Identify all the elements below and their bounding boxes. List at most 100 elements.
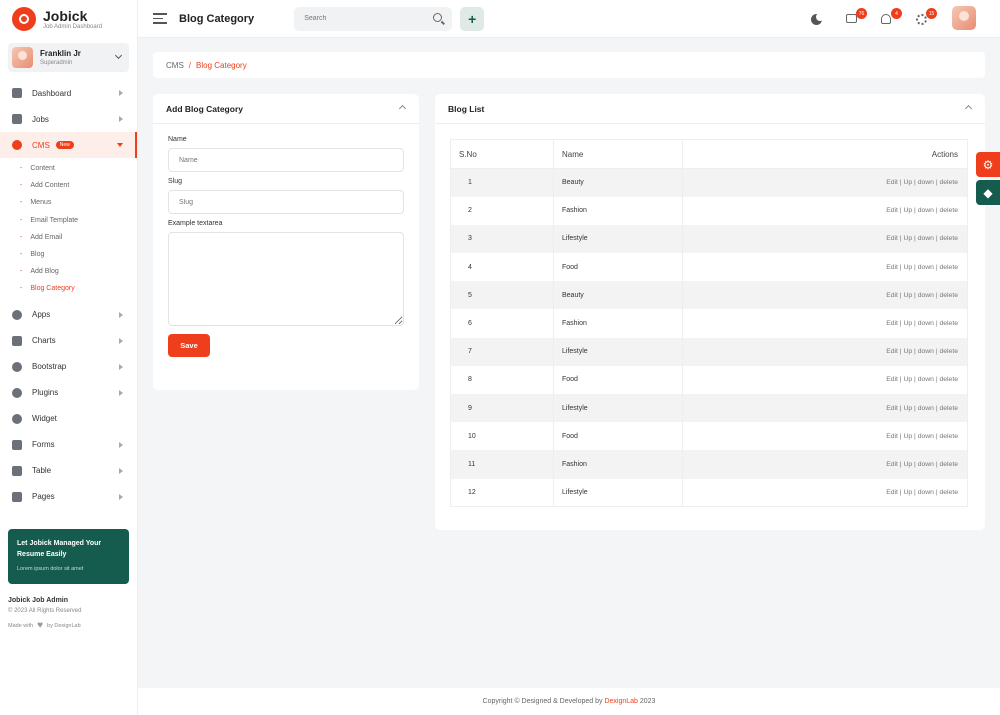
column-header-name[interactable]: Name bbox=[553, 139, 683, 169]
hamburger-menu-icon[interactable] bbox=[153, 13, 167, 24]
sidebar-item-label: Widget bbox=[32, 414, 57, 423]
avatar bbox=[12, 47, 33, 68]
dashboard-icon bbox=[12, 88, 22, 98]
sidebar-item-cms[interactable]: CMS New bbox=[0, 132, 137, 158]
pages-icon bbox=[12, 491, 22, 502]
promo-text: Lorem ipsum dolor sit amet bbox=[17, 566, 84, 572]
name-label: Name bbox=[168, 136, 187, 143]
cell-actions[interactable]: Edit | Up | down | delete bbox=[682, 309, 968, 338]
made-by-text: by DexignLab bbox=[47, 622, 81, 629]
header-avatar[interactable] bbox=[952, 6, 976, 30]
page-footer: Copyright © Designed & Developed by Dexi… bbox=[138, 688, 1000, 715]
messages-badge: 76 bbox=[856, 8, 867, 19]
search-input[interactable] bbox=[304, 15, 425, 22]
cell-sno: 11 bbox=[450, 450, 554, 479]
sidebar-item-jobs[interactable]: Jobs bbox=[0, 106, 137, 132]
sidebar-item-plugins[interactable]: Plugins bbox=[0, 380, 137, 406]
bell-icon bbox=[881, 14, 891, 24]
table-icon bbox=[12, 465, 22, 476]
slug-input[interactable] bbox=[168, 190, 404, 214]
submenu-item-add-blog[interactable]: - Add Blog bbox=[0, 263, 137, 280]
promo-card[interactable]: Let Jobick Managed Your Resume Easily Lo… bbox=[8, 529, 129, 584]
submenu-label: Blog Category bbox=[30, 285, 75, 293]
cell-actions[interactable]: Edit | Up | down | delete bbox=[682, 281, 968, 310]
search-icon[interactable] bbox=[433, 12, 443, 22]
heart-icon bbox=[12, 387, 22, 398]
notifications-button[interactable]: 4 bbox=[881, 8, 902, 28]
chevron-up-icon[interactable] bbox=[964, 104, 973, 113]
sidebar-item-bootstrap[interactable]: Bootstrap bbox=[0, 354, 137, 380]
dark-mode-toggle[interactable] bbox=[811, 13, 825, 28]
cell-actions[interactable]: Edit | Up | down | delete bbox=[682, 253, 968, 282]
submenu-item-blog-category[interactable]: - Blog Category bbox=[0, 280, 137, 297]
chevron-right-icon bbox=[119, 311, 123, 318]
search-box[interactable] bbox=[294, 6, 453, 31]
cell-actions[interactable]: Edit | Up | down | delete bbox=[682, 196, 968, 225]
user-profile-card[interactable]: Franklin Jr Superadmin bbox=[8, 43, 129, 72]
add-button[interactable]: + bbox=[460, 6, 485, 31]
submenu-label: Email Template bbox=[30, 216, 79, 224]
sidebar-item-forms[interactable]: Forms bbox=[0, 432, 137, 458]
form-body: Name Slug Example textarea Save bbox=[153, 124, 419, 367]
sidebar-item-table[interactable]: Table bbox=[0, 458, 137, 484]
cell-actions[interactable]: Edit | Up | down | delete bbox=[682, 224, 968, 254]
submenu-item-email-template[interactable]: - Email Template bbox=[0, 212, 137, 229]
sidebar-footer-title: Jobick Job Admin bbox=[8, 597, 69, 604]
submenu-item-content[interactable]: - Content bbox=[0, 160, 137, 177]
submenu-item-menus[interactable]: - Menus bbox=[0, 194, 137, 211]
column-header-sno[interactable]: S.No bbox=[450, 139, 554, 169]
settings-button[interactable]: 15 bbox=[916, 8, 937, 28]
cell-actions[interactable]: Edit | Up | down | delete bbox=[682, 168, 968, 197]
save-button[interactable]: Save bbox=[168, 334, 210, 357]
sidebar-item-charts[interactable]: Charts bbox=[0, 328, 137, 354]
sidebar-nav: Dashboard Jobs CMS New - Content - Add Cont… bbox=[0, 80, 137, 510]
gear-icon bbox=[916, 14, 927, 25]
chevron-right-icon bbox=[119, 389, 123, 396]
table-row: 2 Fashion Edit | Up | down | delete bbox=[450, 196, 968, 225]
sidebar-item-pages[interactable]: Pages bbox=[0, 484, 137, 510]
chevron-up-icon[interactable] bbox=[398, 104, 407, 113]
chevron-down-icon bbox=[114, 51, 123, 60]
sidebar-item-widget[interactable]: Widget bbox=[0, 406, 137, 432]
header-actions: 76 4 15 bbox=[790, 6, 976, 30]
footer-year: 2023 bbox=[639, 698, 656, 705]
theme-panel-toggle[interactable]: ◆ bbox=[976, 180, 1000, 205]
breadcrumb-root[interactable]: CMS bbox=[166, 61, 184, 70]
table-row: 6 Fashion Edit | Up | down | delete bbox=[450, 309, 968, 338]
chevron-right-icon bbox=[119, 493, 123, 500]
footer-brand-link[interactable]: DexignLab bbox=[604, 698, 637, 705]
cell-sno: 10 bbox=[450, 422, 554, 451]
submenu-item-blog[interactable]: - Blog bbox=[0, 246, 137, 263]
table-body: 1 Beauty Edit | Up | down | delete 2 Fashion… bbox=[450, 168, 968, 507]
cell-name: Fashion bbox=[553, 309, 683, 338]
cell-actions[interactable]: Edit | Up | down | delete bbox=[682, 422, 968, 451]
sidebar-item-dashboard[interactable]: Dashboard bbox=[0, 80, 137, 106]
sidebar-item-apps[interactable]: Apps bbox=[0, 302, 137, 328]
messages-button[interactable]: 76 bbox=[846, 8, 867, 28]
submenu-item-add-content[interactable]: - Add Content bbox=[0, 177, 137, 194]
table-row: 10 Food Edit | Up | down | delete bbox=[450, 422, 968, 451]
settings-panel-toggle[interactable]: ⚙ bbox=[976, 152, 1000, 177]
textarea-label: Example textarea bbox=[168, 220, 223, 227]
cell-actions[interactable]: Edit | Up | down | delete bbox=[682, 478, 968, 507]
sidebar-item-label: Forms bbox=[32, 440, 55, 449]
sidebar-item-label: Dashboard bbox=[32, 88, 72, 98]
example-textarea[interactable] bbox=[168, 232, 404, 326]
cell-sno: 6 bbox=[450, 309, 554, 338]
cell-name: Food bbox=[553, 253, 683, 282]
user-name: Franklin Jr bbox=[40, 49, 81, 58]
cell-actions[interactable]: Edit | Up | down | delete bbox=[682, 337, 968, 366]
submenu-item-add-email[interactable]: - Add Email bbox=[0, 229, 137, 246]
column-header-actions: Actions bbox=[682, 139, 968, 169]
cell-actions[interactable]: Edit | Up | down | delete bbox=[682, 365, 968, 394]
name-input[interactable] bbox=[168, 148, 404, 172]
chevron-down-icon bbox=[117, 143, 123, 147]
cell-actions[interactable]: Edit | Up | down | delete bbox=[682, 450, 968, 479]
cell-actions[interactable]: Edit | Up | down | delete bbox=[682, 394, 968, 423]
cell-sno: 2 bbox=[450, 196, 554, 225]
gear-icon: ⚙ bbox=[982, 157, 994, 172]
chevron-right-icon bbox=[119, 90, 123, 96]
moon-icon bbox=[811, 13, 824, 25]
brand-logo[interactable]: Jobick Job Admin Dashboard bbox=[0, 0, 137, 38]
sidebar-footer-copyright: © 2023 All Rights Reserved bbox=[8, 608, 82, 614]
